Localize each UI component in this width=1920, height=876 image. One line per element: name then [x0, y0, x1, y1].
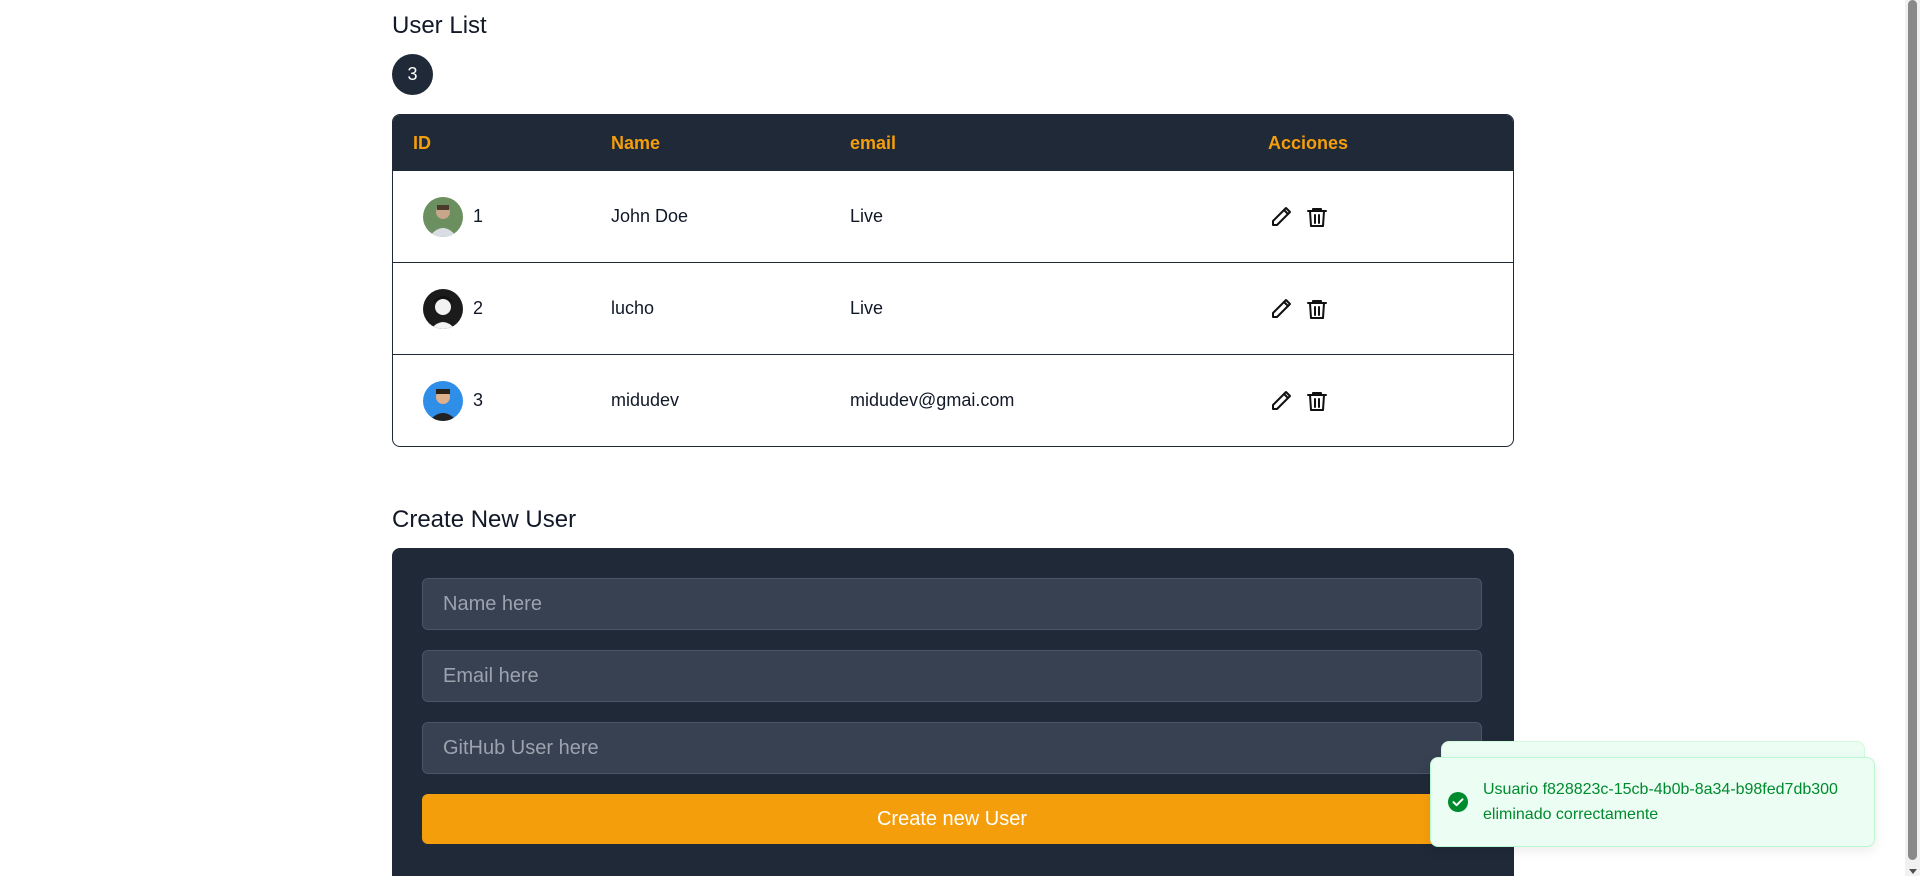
- pencil-icon[interactable]: [1268, 388, 1294, 414]
- table-header-row: ID Name email Acciones: [393, 115, 1513, 171]
- trash-icon[interactable]: [1304, 204, 1330, 230]
- user-name: lucho: [611, 298, 655, 318]
- column-header-email: email: [850, 132, 897, 153]
- user-count-badge: 3: [392, 54, 433, 95]
- create-user-button[interactable]: Create new User: [422, 794, 1482, 844]
- user-table: ID Name email Acciones 1 John Doe Live 2…: [392, 114, 1514, 447]
- user-id: 3: [473, 390, 484, 410]
- github-user-input[interactable]: [422, 722, 1482, 774]
- user-list-title: User List: [392, 12, 487, 39]
- check-circle-icon: [1447, 791, 1469, 813]
- user-name: midudev: [611, 390, 680, 410]
- table-row: 1 John Doe Live: [393, 171, 1513, 263]
- trash-icon[interactable]: [1304, 388, 1330, 414]
- success-toast[interactable]: Usuario f828823c-15cb-4b0b-8a34-b98fed7d…: [1430, 757, 1875, 847]
- user-name: John Doe: [611, 206, 689, 226]
- table-row: 2 lucho Live: [393, 262, 1513, 355]
- column-header-name: Name: [611, 132, 661, 153]
- avatar: [423, 288, 463, 329]
- user-email: Live: [850, 206, 884, 226]
- toast-message: Usuario f828823c-15cb-4b0b-8a34-b98fed7d…: [1483, 781, 1838, 823]
- user-email: Live: [850, 298, 884, 318]
- avatar: [423, 196, 463, 237]
- name-input[interactable]: [422, 578, 1482, 630]
- column-header-actions: Acciones: [1268, 132, 1349, 153]
- scroll-down-arrow-icon[interactable]: [1909, 869, 1917, 874]
- pencil-icon[interactable]: [1268, 204, 1294, 230]
- table-row: 3 midudev midudev@gmai.com: [393, 354, 1513, 447]
- create-user-form: Create new User: [392, 548, 1514, 876]
- scrollbar-thumb[interactable]: [1908, 0, 1917, 860]
- user-email: midudev@gmai.com: [850, 390, 1015, 410]
- user-id: 1: [473, 206, 484, 226]
- vertical-scrollbar[interactable]: [1905, 0, 1920, 876]
- avatar: [423, 380, 463, 421]
- user-id: 2: [473, 298, 484, 318]
- column-header-id: ID: [413, 132, 431, 153]
- create-user-title: Create New User: [392, 506, 577, 533]
- pencil-icon[interactable]: [1268, 296, 1294, 322]
- email-input[interactable]: [422, 650, 1482, 702]
- trash-icon[interactable]: [1304, 296, 1330, 322]
